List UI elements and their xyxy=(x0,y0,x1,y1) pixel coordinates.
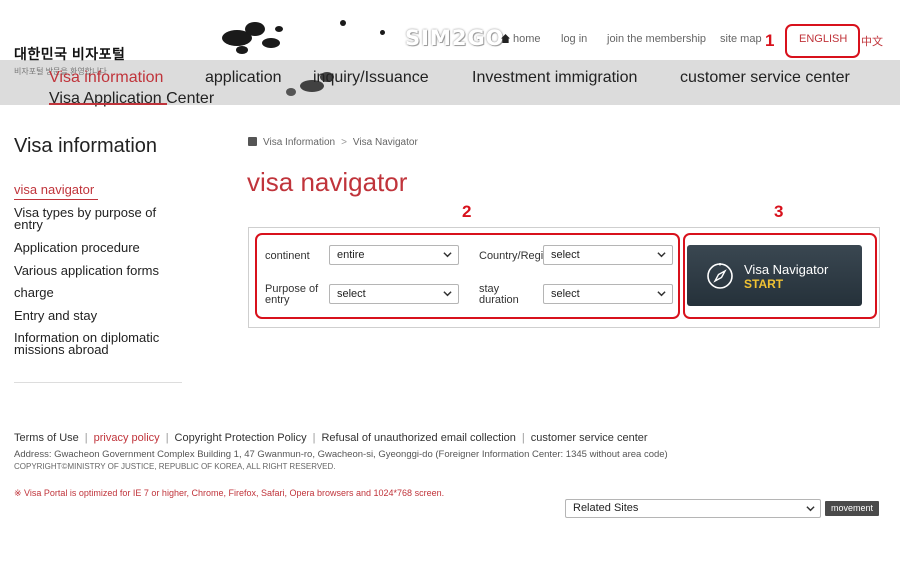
annotation-box-2 xyxy=(255,233,680,319)
footer-separator: | xyxy=(165,432,169,444)
breadcrumb-home-icon[interactable] xyxy=(248,137,257,146)
gnb-inquiry-issuance[interactable]: inquiry/Issuance xyxy=(313,69,429,87)
related-sites-value: Related Sites xyxy=(573,502,639,514)
footer-link-terms[interactable]: Terms of Use xyxy=(14,432,79,444)
annotation-box-3 xyxy=(683,233,877,319)
gnb-investment-immigration[interactable]: Investment immigration xyxy=(472,69,637,87)
footer-link-customer-service[interactable]: customer service center xyxy=(531,432,648,444)
footer-links: Terms of Use | privacy policy | Copyright Pr… xyxy=(14,432,648,444)
breadcrumb-item-current: Visa Navigator xyxy=(352,137,418,148)
brand-watermark: SIM2GO xyxy=(405,26,505,50)
related-sites-select[interactable]: Related Sites xyxy=(565,499,821,518)
sub-gnb-visa-application-center[interactable]: Visa Application Center xyxy=(49,90,214,108)
home-icon xyxy=(501,34,510,43)
annotation-number-3: 3 xyxy=(774,202,784,221)
util-home-link[interactable]: home xyxy=(501,33,541,45)
footer-browser-note: ※ Visa Portal is optimized for IE 7 or h… xyxy=(14,488,445,498)
gnb-visa-information[interactable]: Visa information xyxy=(49,69,163,87)
sidebar-item-visa-types[interactable]: Visa types by purpose of entry xyxy=(14,206,174,231)
util-home-label: home xyxy=(513,33,541,45)
sub-gnb-underline xyxy=(49,103,167,105)
footer-separator: | xyxy=(84,432,88,444)
footer-copyright: COPYRIGHT©MINISTRY OF JUSTICE, REPUBLIC … xyxy=(14,462,336,471)
util-sitemap-link[interactable]: site map xyxy=(720,33,762,45)
gnb-application[interactable]: application xyxy=(205,69,282,87)
breadcrumb: Visa Information > Visa Navigator xyxy=(248,137,418,148)
sidebar-active-underline xyxy=(14,199,98,200)
footer-link-email-refusal[interactable]: Refusal of unauthorized email collection xyxy=(321,432,515,444)
sidebar-item-application-forms[interactable]: Various application forms xyxy=(14,264,174,277)
gnb-customer-service[interactable]: customer service center xyxy=(680,69,850,87)
footer-separator: | xyxy=(312,432,316,444)
util-join-link[interactable]: join the membership xyxy=(607,33,706,45)
site-header: 대한민국 비자포털 비자포털 방문을 환영합니다 SIM2GO home log… xyxy=(0,0,900,108)
movement-button[interactable]: movement xyxy=(825,501,879,516)
annotation-number-1: 1 xyxy=(765,31,775,50)
footer-separator: | xyxy=(521,432,525,444)
breadcrumb-separator-icon: > xyxy=(341,137,347,148)
footer-address: Address: Gwacheon Government Complex Bui… xyxy=(14,449,668,460)
sidebar-item-charge[interactable]: charge xyxy=(14,286,174,299)
breadcrumb-item[interactable]: Visa Information xyxy=(263,137,335,148)
sidebar-divider xyxy=(14,382,182,383)
sidebar-item-visa-navigator[interactable]: visa navigator xyxy=(14,183,174,196)
site-logo[interactable]: 대한민국 비자포털 xyxy=(14,44,125,64)
chevron-down-icon xyxy=(806,506,815,512)
sidebar-item-diplomatic-missions[interactable]: Information on diplomatic missions abroa… xyxy=(14,331,174,356)
lang-chinese-link[interactable]: 中文 xyxy=(861,33,883,49)
annotation-number-2: 2 xyxy=(462,202,472,221)
annotation-box-1 xyxy=(785,24,860,58)
sidebar-title: Visa information xyxy=(14,135,158,157)
util-login-link[interactable]: log in xyxy=(561,33,587,45)
footer-link-privacy[interactable]: privacy policy xyxy=(94,432,160,444)
page-title: visa navigator xyxy=(247,167,408,197)
sidebar-item-entry-and-stay[interactable]: Entry and stay xyxy=(14,309,174,322)
sidebar-item-application-procedure[interactable]: Application procedure xyxy=(14,241,174,254)
footer-link-copyright-policy[interactable]: Copyright Protection Policy xyxy=(175,432,307,444)
